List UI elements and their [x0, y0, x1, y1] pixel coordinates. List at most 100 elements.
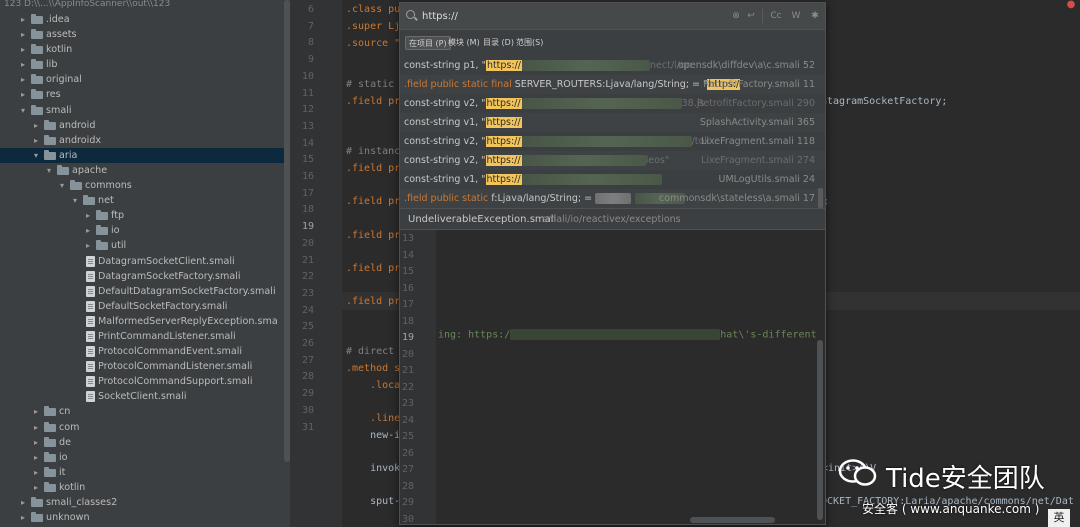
- chevron-right-icon[interactable]: ▸: [31, 420, 41, 435]
- chevron-down-icon[interactable]: ▾: [57, 178, 67, 193]
- tree-folder-item[interactable]: ▾ net: [0, 193, 290, 208]
- preview-line-number: 16: [401, 282, 414, 294]
- tree-item-label: assets: [46, 29, 77, 41]
- folder-icon: [31, 497, 43, 507]
- whole-words-button[interactable]: W: [789, 10, 803, 23]
- tree-folder-item[interactable]: ▸ original: [0, 72, 290, 87]
- tree-file-item[interactable]: PrintCommandListener.smali: [0, 329, 290, 344]
- clear-icon[interactable]: ⊗: [730, 10, 742, 23]
- ime-indicator[interactable]: 英: [1048, 509, 1070, 527]
- chevron-right-icon[interactable]: ▸: [18, 72, 28, 87]
- tree-folder-item[interactable]: ▸ de: [0, 435, 290, 450]
- chevron-right-icon[interactable]: ▸: [31, 450, 41, 465]
- preview-file-path: smali/io/reactivex/exceptions: [542, 214, 681, 225]
- pin-icon[interactable]: ✱: [809, 10, 821, 23]
- chevron-right-icon[interactable]: ▸: [18, 495, 28, 510]
- tree-file-item[interactable]: DefaultDatagramSocketFactory.smali: [0, 284, 290, 299]
- redacted-region: [521, 155, 646, 166]
- tree-folder-item[interactable]: ▸ io: [0, 450, 290, 465]
- folder-icon: [31, 44, 43, 55]
- chevron-right-icon[interactable]: ▸: [83, 238, 93, 253]
- search-input[interactable]: [422, 9, 722, 24]
- tree-folder-item[interactable]: ▸ io: [0, 223, 290, 238]
- result-row[interactable]: const-string v2, "https://38.js Retrofit…: [400, 94, 825, 113]
- search-bar: ⊗ ↩ Cc W ✱: [400, 3, 825, 30]
- search-icon: [406, 10, 415, 19]
- tree-folder-item[interactable]: ▸ kotlin: [0, 42, 290, 57]
- tree-folder-item[interactable]: ▸ ftp: [0, 208, 290, 223]
- result-row[interactable]: .field public static final SERVER_ROUTER…: [400, 75, 825, 94]
- tree-file-item[interactable]: ProtocolCommandSupport.smali: [0, 374, 290, 389]
- tree-folder-item[interactable]: ▸ util: [0, 238, 290, 253]
- tree-file-item[interactable]: DefaultSocketFactory.smali: [0, 299, 290, 314]
- tree-folder-item[interactable]: ▾ commons: [0, 178, 290, 193]
- result-row[interactable]: const-string v1, "https:// UMLogUtils.sm…: [400, 170, 825, 189]
- result-row[interactable]: .field public static f:Ljava/lang/String…: [400, 189, 825, 208]
- tree-folder-item[interactable]: ▸ assets: [0, 27, 290, 42]
- preview-line-number: 24: [401, 414, 414, 426]
- code-preview[interactable]: 13141516171819202122232425262728293031 i…: [400, 230, 825, 524]
- line-number: 25: [301, 321, 314, 333]
- tree-folder-item[interactable]: ▸ res: [0, 87, 290, 102]
- tree-file-item[interactable]: ProtocolCommandListener.smali: [0, 359, 290, 374]
- tree-file-item[interactable]: SocketClient.smali: [0, 389, 290, 404]
- tree-folder-item[interactable]: ▸ it: [0, 465, 290, 480]
- chevron-right-icon[interactable]: ▸: [83, 223, 93, 238]
- chevron-down-icon[interactable]: ▾: [70, 193, 80, 208]
- chevron-right-icon[interactable]: ▸: [31, 480, 41, 495]
- chevron-right-icon[interactable]: ▸: [31, 435, 41, 450]
- tab-directory[interactable]: 目录 (D): [480, 36, 517, 50]
- tree-folder-item[interactable]: ▸ unknown: [0, 510, 290, 525]
- tree-folder-item[interactable]: ▸ com: [0, 420, 290, 435]
- result-location: LixeFragment.smali 274: [701, 155, 815, 166]
- result-row[interactable]: const-string v1, "https:// SplashActivit…: [400, 113, 825, 132]
- tree-folder-item[interactable]: ▸ lib: [0, 57, 290, 72]
- tree-folder-item[interactable]: ▸ android: [0, 118, 290, 133]
- tree-item-label: io: [111, 225, 120, 237]
- tree-folder-item[interactable]: ▸ .idea: [0, 12, 290, 27]
- result-row[interactable]: const-string v2, "https:///tok LixeFragm…: [400, 132, 825, 151]
- preview-horizontal-scrollbar[interactable]: [690, 517, 775, 523]
- tree-folder-item[interactable]: ▸ kotlin: [0, 480, 290, 495]
- code-line-tail: atagramSocketFactory;: [821, 96, 948, 107]
- tree-folder-item[interactable]: ▾ aria: [0, 147, 290, 163]
- tree-folder-item[interactable]: ▾ apache: [0, 163, 290, 178]
- chevron-right-icon[interactable]: ▸: [18, 87, 28, 102]
- line-number: 8: [307, 37, 314, 49]
- tree-folder-item[interactable]: ▾ smali: [0, 103, 290, 118]
- tree-file-item[interactable]: DatagramSocketFactory.smali: [0, 269, 290, 284]
- chevron-right-icon[interactable]: ▸: [18, 510, 28, 525]
- chevron-right-icon[interactable]: ▸: [18, 27, 28, 42]
- chevron-right-icon[interactable]: ▸: [31, 404, 41, 419]
- chevron-right-icon[interactable]: ▸: [83, 208, 93, 223]
- match-case-button[interactable]: Cc: [768, 10, 784, 23]
- history-icon[interactable]: ↩: [745, 10, 757, 23]
- chevron-down-icon[interactable]: ▾: [44, 163, 54, 178]
- project-root-title: 123 D:\\...\\AppInfoScanner\\out\\123: [4, 0, 171, 9]
- chevron-right-icon[interactable]: ▸: [18, 42, 28, 57]
- tab-scope[interactable]: 范围(S): [513, 36, 546, 50]
- tree-file-item[interactable]: DatagramSocketClient.smali: [0, 254, 290, 269]
- result-row[interactable]: const-string v2, "https://leos" LixeFrag…: [400, 151, 825, 170]
- tree-item-label: res: [46, 89, 61, 101]
- chevron-right-icon[interactable]: ▸: [18, 12, 28, 27]
- tree-folder-item[interactable]: ▸ androidx: [0, 133, 290, 148]
- chevron-down-icon[interactable]: ▾: [18, 103, 28, 118]
- tree-file-item[interactable]: MalformedServerReplyException.sma: [0, 314, 290, 329]
- results-scrollbar[interactable]: [818, 188, 823, 208]
- tree-folder-item[interactable]: ▸ cn: [0, 404, 290, 419]
- chevron-right-icon[interactable]: ▸: [31, 133, 41, 148]
- tab-module[interactable]: 模块 (M): [445, 36, 483, 50]
- preview-vertical-scrollbar[interactable]: [817, 340, 823, 520]
- chevron-down-icon[interactable]: ▾: [31, 148, 41, 163]
- tree-folder-item[interactable]: ▸ smali_classes2: [0, 495, 290, 510]
- tree-file-item[interactable]: ProtocolCommandEvent.smali: [0, 344, 290, 359]
- result-row[interactable]: const-string p1, "https://nect/l/qn open…: [400, 56, 825, 75]
- chevron-right-icon[interactable]: ▸: [31, 465, 41, 480]
- tab-in-project[interactable]: 在项目 (P): [405, 36, 451, 50]
- folder-icon: [44, 134, 56, 145]
- folder-icon: [31, 512, 43, 523]
- chevron-right-icon[interactable]: ▸: [31, 118, 41, 133]
- chevron-right-icon[interactable]: ▸: [18, 57, 28, 72]
- tree-item-label: unknown: [46, 512, 90, 524]
